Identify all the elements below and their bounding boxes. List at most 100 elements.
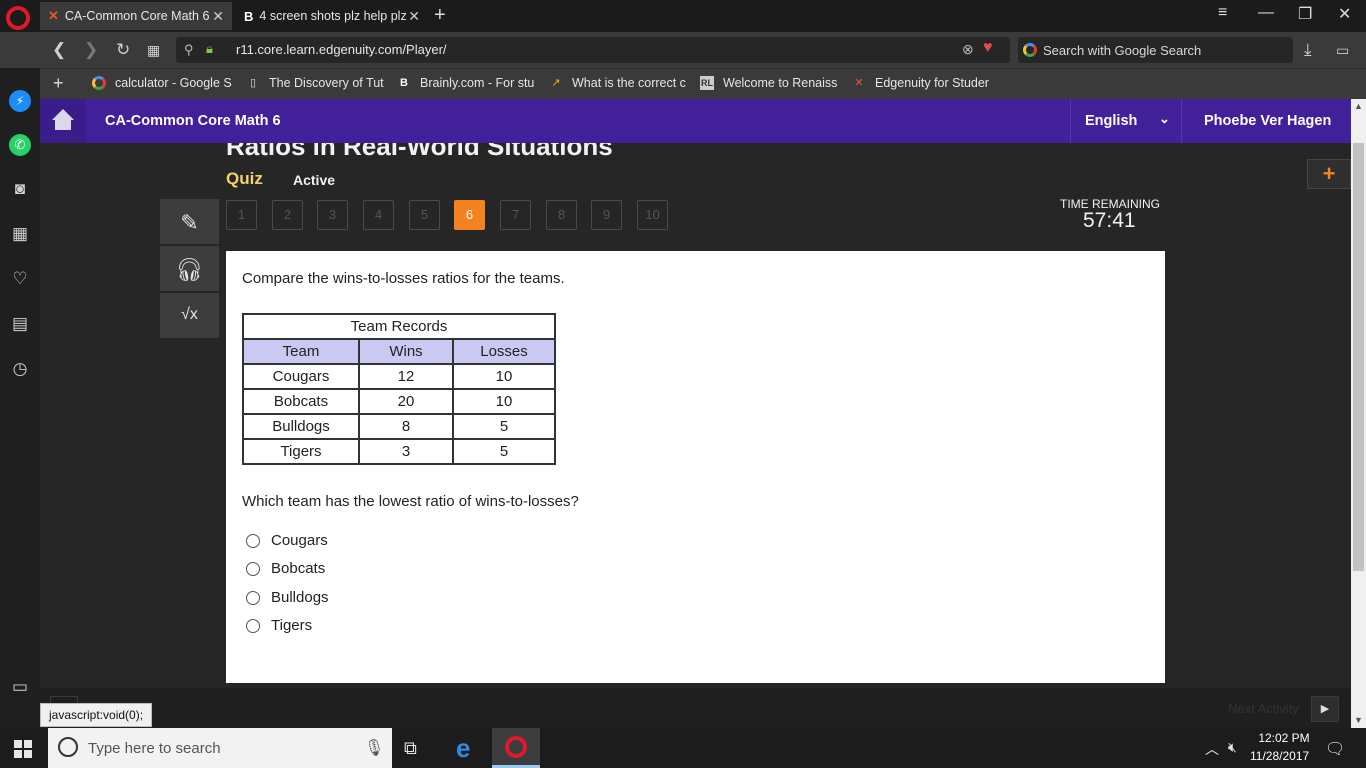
- heart-icon[interactable]: ♥: [983, 39, 993, 57]
- history-icon[interactable]: ◷: [9, 358, 31, 380]
- address-toolbar: ❮ ❯ ↻ ▦ ⚲ 🔒︎ r11.core.learn.edgenuity.co…: [0, 32, 1366, 68]
- activity-nav-bar: rivity Next Activity ▶: [40, 688, 1351, 728]
- back-icon[interactable]: ❮: [52, 40, 66, 60]
- restore-icon[interactable]: ❐: [1298, 4, 1312, 24]
- url-text[interactable]: r11.core.learn.edgenuity.com/Player/: [236, 42, 447, 57]
- activity-status: Active: [293, 172, 336, 188]
- question-number-button[interactable]: 2: [272, 200, 303, 230]
- pencil-tool-button[interactable]: ✎: [160, 199, 219, 245]
- home-button[interactable]: [40, 99, 86, 143]
- close-window-icon[interactable]: ✕: [1338, 4, 1351, 24]
- microphone-icon[interactable]: 🎙︎: [364, 738, 384, 758]
- question-number-button[interactable]: 8: [546, 200, 577, 230]
- new-tab-button[interactable]: +: [434, 4, 446, 27]
- whatsapp-icon[interactable]: ✆: [9, 134, 31, 156]
- google-icon: [92, 76, 106, 90]
- page-scrollbar[interactable]: ▲ ▼: [1351, 99, 1366, 728]
- answer-choice[interactable]: Bobcats: [246, 560, 325, 577]
- brainly-b-icon: B: [244, 8, 254, 24]
- browser-tab-bar: ✕ CA-Common Core Math 6 ✕ B 4 screen sho…: [0, 0, 1366, 32]
- bookmark-label: What is the correct c: [572, 76, 686, 90]
- clock-date[interactable]: 11/28/2017: [1250, 749, 1309, 763]
- calculator-tool-button[interactable]: √x: [160, 293, 219, 339]
- task-view-icon[interactable]: ⧉: [404, 738, 417, 759]
- news-icon[interactable]: ▤: [9, 313, 31, 335]
- table-cell: Tigers: [242, 438, 360, 465]
- forward-icon[interactable]: ❯: [84, 40, 98, 60]
- table-cell: Cougars: [242, 363, 360, 390]
- windows-start-icon[interactable]: [14, 740, 32, 758]
- question-number-button[interactable]: 9: [591, 200, 622, 230]
- question-number-button[interactable]: 5: [409, 200, 440, 230]
- tab-menu-icon[interactable]: ≡: [1218, 4, 1227, 22]
- language-select[interactable]: English ⌄: [1070, 99, 1180, 143]
- bookmark-item[interactable]: B Brainly.com - For stu: [397, 76, 534, 90]
- table-header: Losses: [452, 338, 556, 365]
- opera-logo-icon[interactable]: [6, 6, 30, 30]
- scroll-down-icon[interactable]: ▼: [1354, 715, 1363, 725]
- site-info-icon[interactable]: ⚲: [184, 42, 194, 58]
- bookmark-item[interactable]: RL Welcome to Renaiss: [700, 76, 837, 90]
- sidebar-toggle-icon[interactable]: ▭: [9, 676, 31, 698]
- edge-icon[interactable]: e: [456, 733, 470, 764]
- battery-icon[interactable]: ▭: [1336, 42, 1349, 59]
- question-number-button[interactable]: 7: [500, 200, 531, 230]
- tab-active[interactable]: ✕ CA-Common Core Math 6 ✕: [40, 2, 232, 30]
- opera-taskbar-button[interactable]: [492, 728, 540, 768]
- close-tab-icon[interactable]: ✕: [408, 8, 420, 25]
- answer-choice[interactable]: Cougars: [246, 532, 328, 549]
- taskbar-search-input[interactable]: Type here to search 🎙︎: [48, 728, 392, 768]
- radio-button[interactable]: [246, 618, 260, 633]
- tab-label: CA-Common Core Math 6: [64, 9, 210, 23]
- course-title: CA-Common Core Math 6: [105, 113, 281, 129]
- rl-icon: RL: [700, 76, 714, 90]
- link-icon: ↗: [551, 77, 561, 89]
- bookmark-item[interactable]: ✕ Edgenuity for Studer: [852, 76, 989, 90]
- scroll-thumb[interactable]: [1353, 143, 1364, 571]
- heart-icon[interactable]: ♡: [9, 268, 31, 290]
- bookmark-label: Welcome to Renaiss: [723, 76, 838, 90]
- choice-label: Bulldogs: [271, 589, 329, 606]
- bookmark-item[interactable]: ▯ The Discovery of Tut: [246, 76, 384, 90]
- plus-icon[interactable]: +: [1307, 159, 1351, 189]
- question-number-button[interactable]: 10: [637, 200, 668, 230]
- radio-button[interactable]: [246, 561, 260, 576]
- close-tab-icon[interactable]: ✕: [212, 8, 224, 25]
- user-menu[interactable]: Phoebe Ver Hagen: [1181, 99, 1351, 143]
- google-icon: [1023, 43, 1037, 57]
- question-number-button[interactable]: 3: [317, 200, 348, 230]
- volume-muted-icon[interactable]: 🔇︎: [1228, 739, 1237, 756]
- search-input[interactable]: Search with Google Search: [1018, 37, 1293, 63]
- adblock-icon[interactable]: ⊗: [962, 41, 974, 58]
- next-activity-label[interactable]: Next Activity: [1228, 701, 1299, 716]
- question-number-button[interactable]: 1: [226, 200, 257, 230]
- bookmark-item[interactable]: ↗ What is the correct c: [549, 76, 686, 90]
- bookmark-item[interactable]: calculator - Google S: [92, 76, 232, 90]
- tray-chevron-up-icon[interactable]: ︿: [1205, 739, 1219, 759]
- minimize-icon[interactable]: —: [1258, 4, 1274, 22]
- add-bookmark-icon[interactable]: +: [53, 73, 64, 94]
- speed-dial-icon[interactable]: ▦: [9, 223, 31, 245]
- table-caption: Team Records: [242, 313, 556, 340]
- bookmarks-bar: + calculator - Google S ▯ The Discovery …: [40, 68, 1366, 99]
- download-icon[interactable]: ⤓: [1304, 40, 1312, 60]
- reload-icon[interactable]: ↻: [116, 40, 130, 60]
- messenger-icon[interactable]: ⚡︎: [9, 90, 31, 112]
- next-activity-button[interactable]: ▶: [1311, 696, 1339, 722]
- radio-button[interactable]: [246, 590, 260, 605]
- current-question-button[interactable]: 6: [454, 200, 485, 230]
- action-center-icon[interactable]: 🗨︎: [1325, 739, 1345, 759]
- url-field[interactable]: ⚲ 🔒︎ r11.core.learn.edgenuity.com/Player…: [176, 37, 1010, 63]
- audio-tool-button[interactable]: 🎧︎: [160, 246, 219, 292]
- edgenuity-x-icon: ✕: [854, 77, 864, 89]
- answer-choice[interactable]: Bulldogs: [246, 589, 329, 606]
- answer-choice[interactable]: Tigers: [246, 617, 312, 634]
- scroll-up-icon[interactable]: ▲: [1354, 101, 1363, 111]
- clock-time[interactable]: 12:02 PM: [1254, 731, 1314, 745]
- question-number-button[interactable]: 4: [363, 200, 394, 230]
- tab-brainly[interactable]: B 4 screen shots plz help plz ✕: [236, 2, 428, 30]
- table-cell: 5: [452, 438, 556, 465]
- speed-dial-icon[interactable]: ▦: [147, 42, 160, 59]
- camera-icon[interactable]: ◙: [9, 178, 31, 200]
- radio-button[interactable]: [246, 533, 260, 548]
